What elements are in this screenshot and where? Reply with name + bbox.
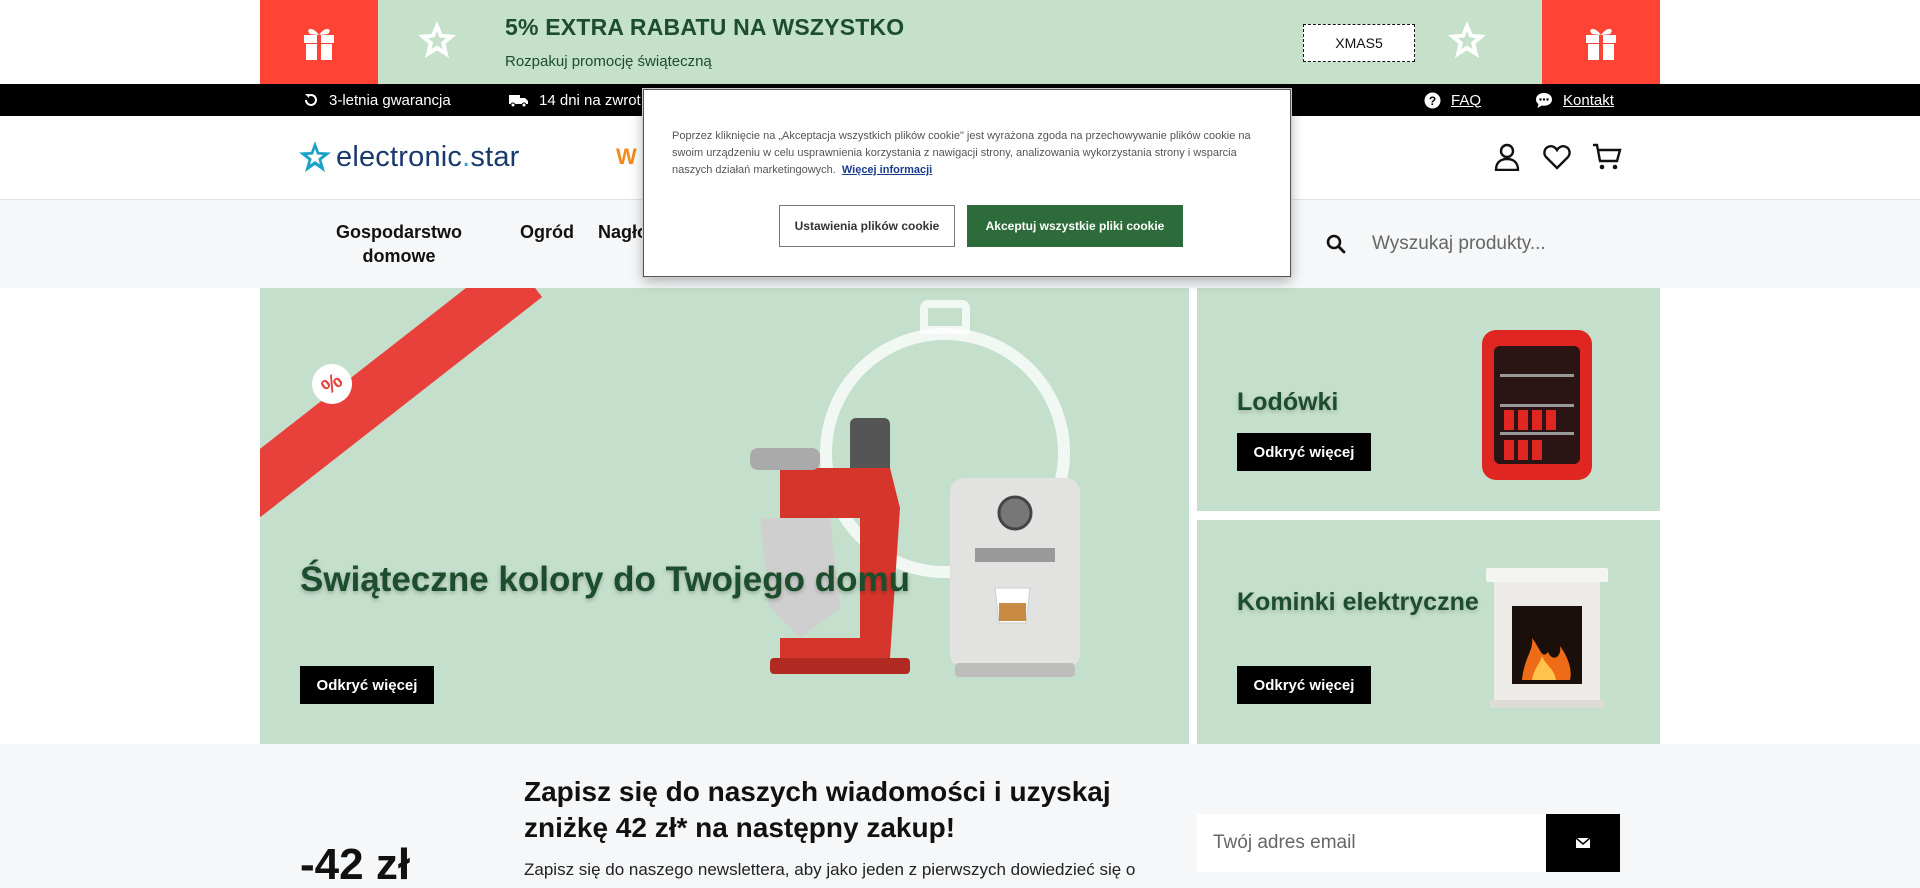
card-discover-button[interactable]: Odkryć więcej: [1237, 666, 1371, 704]
sale-ribbon: [260, 288, 543, 556]
promo-title: 5% EXTRA RABATU NA WSZYSTKO: [505, 14, 905, 40]
account-icon[interactable]: [1492, 142, 1522, 172]
heart-icon[interactable]: [1542, 142, 1572, 172]
send-icon: [1576, 838, 1590, 848]
promo-code[interactable]: XMAS5: [1303, 24, 1415, 62]
more-info-link[interactable]: Więcej informacji: [842, 164, 932, 176]
star-logo-icon: [299, 141, 331, 172]
fridge-image: [1482, 330, 1592, 480]
refresh-icon: [305, 94, 317, 106]
cart-icon[interactable]: [1592, 142, 1622, 172]
logo[interactable]: electronic.star: [298, 140, 520, 174]
discount-amount: -42 zł: [300, 840, 411, 888]
faq-link[interactable]: ? FAQ: [1424, 84, 1481, 116]
header-icons: [1492, 142, 1622, 172]
page: 5% EXTRA RABATU NA WSZYSTKO Rozpakuj pro…: [0, 0, 1920, 888]
cookie-settings-button[interactable]: Ustawienia plików cookie: [779, 205, 955, 247]
star-icon: [1445, 18, 1489, 62]
nav-item-garden[interactable]: Ogród: [520, 220, 574, 244]
newsletter-text: Zapisz się do naszego newslettera, aby j…: [524, 860, 1136, 879]
promo-card-fridges[interactable]: Lodówki Odkryć więcej: [1197, 288, 1660, 511]
hero-discover-button[interactable]: Odkryć więcej: [300, 666, 434, 704]
promo-banner[interactable]: 5% EXTRA RABATU NA WSZYSTKO Rozpakuj pro…: [260, 0, 1660, 84]
chat-icon: [1536, 92, 1552, 108]
search-icon[interactable]: [1326, 234, 1346, 259]
svg-text:?: ?: [1429, 94, 1436, 108]
card-discover-button[interactable]: Odkryć więcej: [1237, 433, 1371, 471]
card-title: Kominki elektryczne: [1237, 588, 1479, 616]
returns-info: 14 dni na zwrot: [509, 84, 641, 116]
search-input[interactable]: [1360, 222, 1660, 266]
card-title: Lodówki: [1237, 388, 1339, 416]
nav-item-sound[interactable]: Nagło: [598, 220, 648, 244]
fireplace-image: [1486, 568, 1608, 708]
header-promo-text: W: [616, 144, 637, 169]
promo-subtitle: Rozpakuj promocję świąteczną: [505, 53, 712, 70]
hero-title: Świąteczne kolory do Twojego domu: [300, 560, 910, 599]
promo-card-fireplaces[interactable]: Kominki elektryczne Odkryć więcej: [1197, 520, 1660, 744]
email-field[interactable]: [1197, 814, 1546, 872]
newsletter-heading: Zapisz się do naszych wiadomości i uzysk…: [524, 776, 1111, 843]
gift-icon: [260, 0, 378, 84]
cookie-consent-dialog: Poprzez kliknięcie na „Akceptacja wszyst…: [643, 89, 1291, 277]
warranty-info: 3-letnia gwarancja: [303, 84, 451, 116]
logo-text: electronic.star: [336, 140, 520, 173]
star-icon: [415, 18, 459, 62]
newsletter-section: -42 zł Zapisz się do naszych wiadomości …: [0, 744, 1920, 888]
contact-label[interactable]: Kontakt: [1563, 92, 1614, 109]
truck-icon: [509, 95, 528, 108]
warranty-label: 3-letnia gwarancja: [329, 91, 451, 109]
gift-icon: [1542, 0, 1660, 84]
cookie-message: Poprzez kliknięcie na „Akceptacja wszyst…: [672, 130, 1251, 176]
faq-label[interactable]: FAQ: [1451, 92, 1481, 109]
nav-item-household[interactable]: Gospodarstwo domowe: [324, 220, 474, 268]
contact-link[interactable]: Kontakt: [1535, 84, 1614, 116]
accept-all-cookies-button[interactable]: Akceptuj wszystkie pliki cookie: [967, 205, 1183, 247]
returns-label: 14 dni na zwrot: [539, 91, 641, 109]
newsletter-submit-button[interactable]: [1546, 814, 1620, 872]
hero-banner[interactable]: % Świąteczne kolory do Twojego domu Odkr…: [260, 288, 1189, 744]
help-icon: ?: [1424, 92, 1441, 108]
